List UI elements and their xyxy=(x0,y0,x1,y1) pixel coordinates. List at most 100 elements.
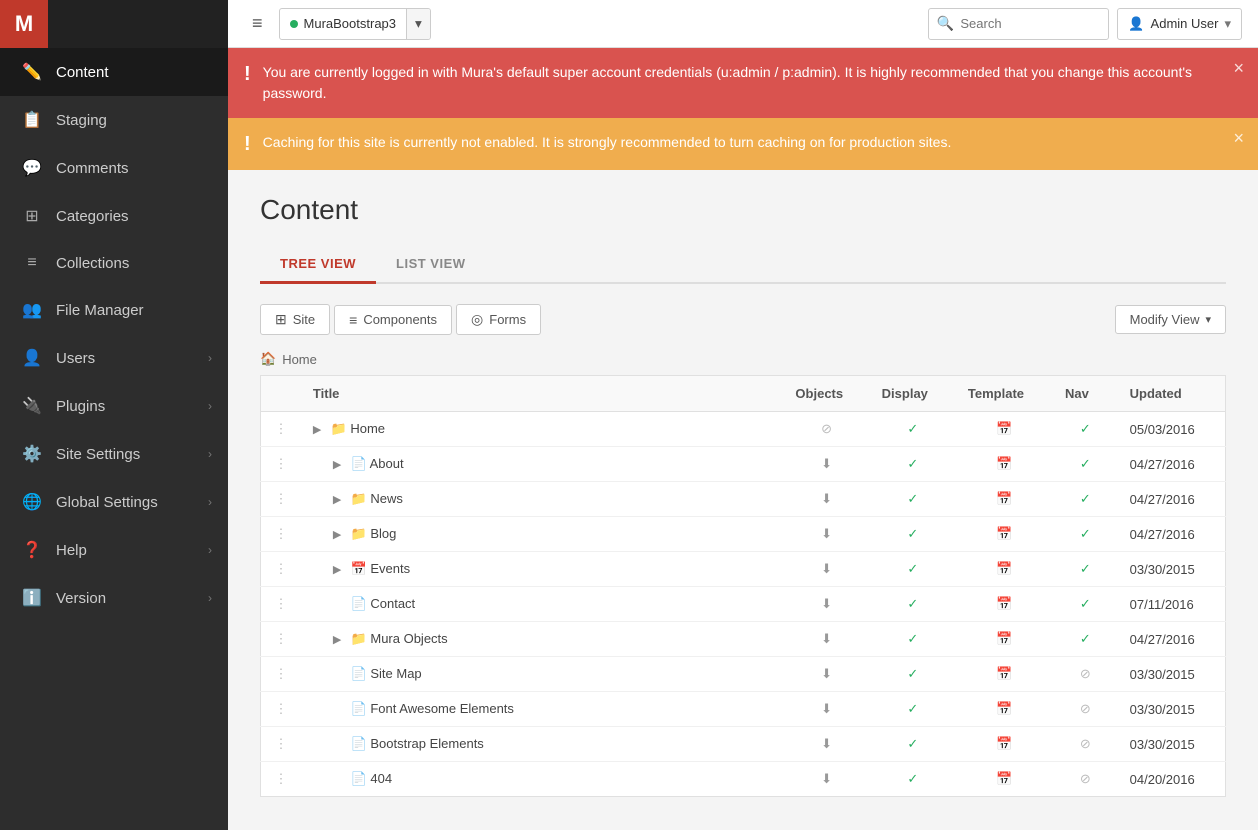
row-updated-2: 04/27/2016 xyxy=(1118,482,1226,517)
sidebar-item-label-file-manager: File Manager xyxy=(56,302,208,319)
row-title-2[interactable]: ▶ 📁 News xyxy=(301,482,784,517)
row-title-text-3: Blog xyxy=(370,526,396,541)
row-objects-4: ⬇ xyxy=(783,552,869,587)
row-drag-4[interactable]: ⋮ xyxy=(261,552,301,587)
row-drag-3[interactable]: ⋮ xyxy=(261,517,301,552)
alert-warning: ! Caching for this site is currently not… xyxy=(228,118,1258,170)
row-updated-5: 07/11/2016 xyxy=(1118,587,1226,622)
display-check-icon: ✓ xyxy=(907,526,918,541)
objects-down-icon: ⬇ xyxy=(821,561,832,576)
sidebar-item-comments[interactable]: 💬 Comments xyxy=(0,144,228,192)
nav-ban-icon: ⊘ xyxy=(1080,666,1091,681)
nav-check-icon: ✓ xyxy=(1080,526,1091,541)
sidebar-item-global-settings[interactable]: 🌐 Global Settings › xyxy=(0,478,228,526)
sidebar-item-version[interactable]: ℹ️ Version › xyxy=(0,574,228,622)
sidebar-item-site-settings[interactable]: ⚙️ Site Settings › xyxy=(0,430,228,478)
chevron-icon-plugins: › xyxy=(208,399,212,413)
expand-icon-6[interactable]: ▶ xyxy=(333,633,347,646)
site-name: MuraBootstrap3 xyxy=(280,16,407,31)
sidebar-item-help[interactable]: ❓ Help › xyxy=(0,526,228,574)
row-drag-0[interactable]: ⋮ xyxy=(261,412,301,447)
sidebar-item-label-site-settings: Site Settings xyxy=(56,446,208,463)
sidebar-item-file-manager[interactable]: 👥 File Manager xyxy=(0,286,228,334)
sidebar-item-content[interactable]: ✏️ Content xyxy=(0,48,228,96)
menu-toggle-button[interactable]: ≡ xyxy=(244,9,271,38)
row-title-5[interactable]: 📄 Contact xyxy=(301,587,784,622)
toolbar-btn-components[interactable]: ≡Components xyxy=(334,305,452,335)
calendar-icon: 📅 xyxy=(351,561,367,576)
nav-check-icon: ✓ xyxy=(1080,596,1091,611)
row-title-3[interactable]: ▶ 📁 Blog xyxy=(301,517,784,552)
row-drag-2[interactable]: ⋮ xyxy=(261,482,301,517)
row-drag-1[interactable]: ⋮ xyxy=(261,447,301,482)
sidebar-item-label-global-settings: Global Settings xyxy=(56,494,208,511)
template-calendar-icon: 📅 xyxy=(996,561,1012,576)
expand-icon-3[interactable]: ▶ xyxy=(333,528,347,541)
table-row: ⋮ ▶ 📁 Home ⊘ ✓ 📅 ✓ 05/03/2016 xyxy=(261,412,1226,447)
modify-view-button[interactable]: Modify View▾ xyxy=(1115,305,1226,334)
search-input[interactable] xyxy=(960,16,1100,31)
sidebar-item-collections[interactable]: ≡ Collections xyxy=(0,240,228,286)
row-display-8: ✓ xyxy=(870,692,956,727)
expand-icon-4[interactable]: ▶ xyxy=(333,563,347,576)
row-updated-4: 03/30/2015 xyxy=(1118,552,1226,587)
page-icon: 📄 xyxy=(351,456,367,471)
row-nav-1: ✓ xyxy=(1053,447,1118,482)
toolbar-btn-forms[interactable]: ◎Forms xyxy=(456,304,541,335)
row-drag-10[interactable]: ⋮ xyxy=(261,762,301,797)
site-name-label: MuraBootstrap3 xyxy=(304,16,397,31)
sidebar-item-users[interactable]: 👤 Users › xyxy=(0,334,228,382)
site-settings-icon: ⚙️ xyxy=(20,444,44,464)
row-title-8[interactable]: 📄 Font Awesome Elements xyxy=(301,692,784,727)
row-title-4[interactable]: ▶ 📅 Events xyxy=(301,552,784,587)
row-drag-9[interactable]: ⋮ xyxy=(261,727,301,762)
tab-tree-view[interactable]: TREE VIEW xyxy=(260,246,376,284)
row-title-7[interactable]: 📄 Site Map xyxy=(301,657,784,692)
row-objects-10: ⬇ xyxy=(783,762,869,797)
row-display-6: ✓ xyxy=(870,622,956,657)
alert-close-0[interactable]: × xyxy=(1233,58,1244,79)
row-drag-6[interactable]: ⋮ xyxy=(261,622,301,657)
user-menu[interactable]: 👤 Admin User ▾ xyxy=(1117,8,1242,40)
row-title-10[interactable]: 📄 404 xyxy=(301,762,784,797)
template-calendar-icon: 📅 xyxy=(996,771,1012,786)
row-title-0[interactable]: ▶ 📁 Home xyxy=(301,412,784,447)
display-check-icon: ✓ xyxy=(907,421,918,436)
sidebar-item-categories[interactable]: ⊞ Categories xyxy=(0,192,228,240)
row-display-0: ✓ xyxy=(870,412,956,447)
tabs: TREE VIEWLIST VIEW xyxy=(260,246,1226,284)
toolbar-btn-site[interactable]: ⊞Site xyxy=(260,304,330,335)
alert-close-1[interactable]: × xyxy=(1233,128,1244,149)
display-check-icon: ✓ xyxy=(907,561,918,576)
sidebar-item-staging[interactable]: 📋 Staging xyxy=(0,96,228,144)
sidebar-item-plugins[interactable]: 🔌 Plugins › xyxy=(0,382,228,430)
nav-check-icon: ✓ xyxy=(1080,491,1091,506)
alert-text-0: You are currently logged in with Mura's … xyxy=(263,62,1242,104)
row-template-10: 📅 xyxy=(956,762,1053,797)
th-nav: Nav xyxy=(1053,376,1118,412)
row-title-9[interactable]: 📄 Bootstrap Elements xyxy=(301,727,784,762)
expand-icon-1[interactable]: ▶ xyxy=(333,458,347,471)
search-box[interactable]: 🔍 xyxy=(928,8,1109,40)
row-title-6[interactable]: ▶ 📁 Mura Objects xyxy=(301,622,784,657)
row-template-6: 📅 xyxy=(956,622,1053,657)
mura-logo: M xyxy=(0,0,48,48)
chevron-icon-site-settings: › xyxy=(208,447,212,461)
row-drag-8[interactable]: ⋮ xyxy=(261,692,301,727)
tab-list-view[interactable]: LIST VIEW xyxy=(376,246,486,284)
alert-icon-1: ! xyxy=(244,133,251,156)
site-selector[interactable]: MuraBootstrap3 ▾ xyxy=(279,8,431,40)
template-calendar-icon: 📅 xyxy=(996,456,1012,471)
template-calendar-icon: 📅 xyxy=(996,526,1012,541)
expand-icon-0[interactable]: ▶ xyxy=(313,423,327,436)
objects-ban-icon: ⊘ xyxy=(821,421,832,436)
row-title-text-5: Contact xyxy=(370,596,415,611)
row-drag-5[interactable]: ⋮ xyxy=(261,587,301,622)
sidebar-item-label-help: Help xyxy=(56,542,208,559)
expand-icon-2[interactable]: ▶ xyxy=(333,493,347,506)
row-title-1[interactable]: ▶ 📄 About xyxy=(301,447,784,482)
modify-view-label: Modify View xyxy=(1130,312,1200,327)
content-area: ! You are currently logged in with Mura'… xyxy=(228,48,1258,830)
row-drag-7[interactable]: ⋮ xyxy=(261,657,301,692)
site-dropdown-button[interactable]: ▾ xyxy=(406,9,430,39)
